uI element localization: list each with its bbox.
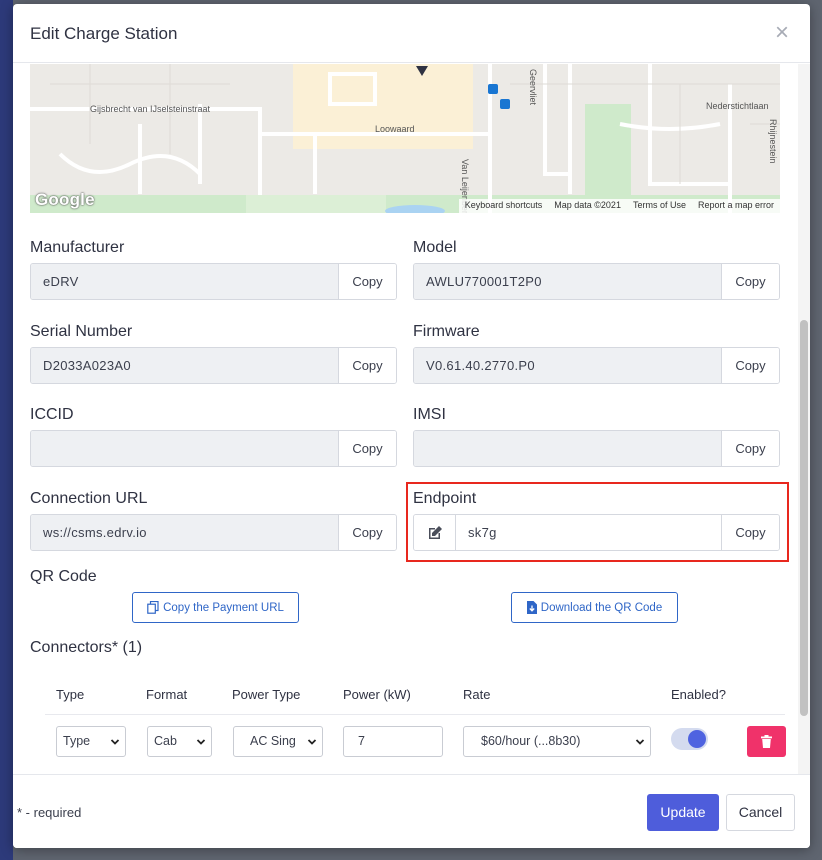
map-attribution: Keyboard shortcuts Map data ©2021 Terms … — [458, 199, 780, 213]
model-value[interactable]: AWLU770001T2P0 — [414, 264, 721, 299]
column-header-power-type: Power Type — [232, 687, 301, 702]
copy-iccid-button[interactable]: Copy — [338, 431, 396, 466]
column-header-rate: Rate — [463, 687, 491, 702]
firmware-label: Firmware — [413, 323, 480, 340]
connection-url-label: Connection URL — [30, 490, 148, 507]
delete-connector-button[interactable] — [747, 726, 786, 757]
connector-type-value: Type — [63, 734, 91, 748]
iccid-value[interactable] — [31, 431, 338, 466]
manufacturer-field: eDRV Copy — [30, 263, 397, 300]
connector-rate-value: $60/hour (...8b30) — [481, 734, 581, 748]
chevron-down-icon — [110, 739, 120, 745]
iccid-field: Copy — [30, 430, 397, 467]
dialog-title: Edit Charge Station — [30, 24, 178, 43]
google-logo: Google — [35, 190, 95, 209]
copy-payment-url-button[interactable]: Copy the Payment URL — [132, 592, 299, 623]
station-map[interactable]: Gijsbrecht van IJselsteinstraat Loowaard… — [30, 64, 780, 213]
model-label: Model — [413, 239, 457, 256]
serial-number-label: Serial Number — [30, 323, 133, 340]
report-map-error-link[interactable]: Report a map error — [692, 199, 780, 213]
connector-type-select[interactable]: Type — [56, 726, 126, 757]
map-street-label: Geervliet — [528, 69, 538, 106]
required-note: * - required — [17, 805, 82, 820]
copy-connection-url-button[interactable]: Copy — [338, 515, 396, 550]
update-button[interactable]: Update — [647, 794, 719, 831]
table-divider — [45, 714, 785, 715]
connector-format-value: Cab — [154, 734, 177, 748]
map-street-label: Nederstichtlaan — [706, 101, 769, 111]
column-header-format: Format — [146, 687, 188, 702]
map-data-text: Map data ©2021 — [554, 200, 621, 210]
chevron-down-icon — [307, 739, 317, 745]
chevron-down-icon — [635, 739, 645, 745]
serial-number-field: D2033A023A0 Copy — [30, 347, 397, 384]
qr-code-title: QR Code — [30, 568, 97, 585]
column-header-type: Type — [56, 687, 85, 702]
firmware-value[interactable]: V0.61.40.2770.P0 — [414, 348, 721, 383]
firmware-field: V0.61.40.2770.P0 Copy — [413, 347, 780, 384]
imsi-label: IMSI — [413, 406, 446, 423]
dialog-header: Edit Charge Station × — [13, 4, 810, 63]
keyboard-shortcuts-link[interactable]: Keyboard shortcuts — [459, 199, 549, 213]
copy-icon — [147, 601, 159, 614]
trash-icon — [761, 735, 772, 748]
connection-url-value[interactable]: ws://csms.edrv.io — [31, 515, 338, 550]
scrollbar-thumb[interactable] — [800, 320, 808, 716]
copy-serial-number-button[interactable]: Copy — [338, 348, 396, 383]
imsi-field: Copy — [413, 430, 780, 467]
download-qr-code-label: Download the QR Code — [540, 601, 663, 614]
manufacturer-label: Manufacturer — [30, 239, 125, 256]
copy-firmware-button[interactable]: Copy — [721, 348, 779, 383]
copy-payment-url-label: Copy the Payment URL — [163, 601, 284, 614]
dialog-footer: * - required Update Cancel — [13, 774, 810, 848]
connection-url-field: ws://csms.edrv.io Copy — [30, 514, 397, 551]
toggle-knob — [688, 730, 706, 748]
background-sidebar — [0, 0, 13, 860]
imsi-value[interactable] — [414, 431, 721, 466]
map-street-label: Rhijnestein — [768, 119, 778, 164]
connector-enabled-toggle[interactable] — [671, 728, 708, 750]
map-street-label: Loowaard — [375, 124, 415, 134]
cancel-button[interactable]: Cancel — [726, 794, 795, 831]
column-header-power-kw: Power (kW) — [343, 687, 411, 702]
dialog-body: Gijsbrecht van IJselsteinstraat Loowaard… — [13, 64, 810, 774]
serial-number-value[interactable]: D2033A023A0 — [31, 348, 338, 383]
connector-rate-select[interactable]: $60/hour (...8b30) — [463, 726, 651, 757]
download-qr-code-button[interactable]: Download the QR Code — [511, 592, 678, 623]
chevron-down-icon — [196, 739, 206, 745]
download-file-icon — [526, 601, 537, 614]
close-icon[interactable]: × — [772, 21, 792, 45]
copy-model-button[interactable]: Copy — [721, 264, 779, 299]
connector-power-kw-input[interactable]: 7 — [343, 726, 443, 757]
copy-imsi-button[interactable]: Copy — [721, 431, 779, 466]
column-header-enabled: Enabled? — [671, 687, 726, 702]
map-tiles — [30, 64, 780, 213]
dialog-scrollbar[interactable] — [798, 64, 810, 774]
manufacturer-value[interactable]: eDRV — [31, 264, 338, 299]
connector-power-type-value: AC Sing — [250, 734, 296, 748]
iccid-label: ICCID — [30, 406, 74, 423]
terms-of-use-link[interactable]: Terms of Use — [627, 199, 692, 213]
copy-manufacturer-button[interactable]: Copy — [338, 264, 396, 299]
map-street-label: Gijsbrecht van IJselsteinstraat — [90, 104, 211, 114]
connector-format-select[interactable]: Cab — [147, 726, 212, 757]
endpoint-highlight — [406, 482, 789, 562]
edit-charge-station-dialog: Edit Charge Station × Gijsbrecht van IJs… — [13, 4, 810, 848]
model-field: AWLU770001T2P0 Copy — [413, 263, 780, 300]
connectors-title: Connectors* (1) — [30, 639, 143, 656]
connector-power-type-select[interactable]: AC Sing — [233, 726, 323, 757]
